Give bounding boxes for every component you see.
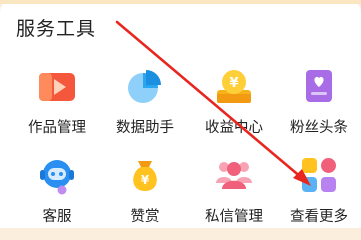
tool-works-management[interactable]: 作品管理	[12, 64, 102, 144]
tool-data-assistant[interactable]: 数据助手	[100, 64, 190, 144]
tool-fan-headlines[interactable]: 粉丝头条	[274, 64, 361, 144]
service-tools-card: 服务工具 作品管理 数据助手 ¥ 收益中心 粉丝头条 客服 ¥ 赞赏 私信管理 …	[0, 0, 361, 228]
tool-label: 查看更多	[290, 209, 348, 225]
tool-earnings-center[interactable]: ¥ 收益中心	[189, 64, 279, 144]
tool-private-message[interactable]: 私信管理	[189, 153, 279, 233]
video-play-icon	[35, 64, 79, 108]
tool-label: 客服	[42, 209, 72, 225]
users-chat-icon	[212, 153, 256, 197]
tool-label: 赞赏	[130, 209, 160, 225]
tool-label: 私信管理	[205, 209, 263, 225]
tool-label: 数据助手	[116, 120, 174, 136]
svg-text:¥: ¥	[141, 173, 150, 187]
tool-label: 粉丝头条	[290, 120, 348, 136]
top-strip	[0, 0, 361, 4]
tool-customer-service[interactable]: 客服	[12, 153, 102, 233]
tool-view-more[interactable]: 查看更多	[274, 153, 361, 233]
yen-bag-icon: ¥	[123, 153, 167, 197]
section-title: 服务工具	[16, 18, 97, 40]
svg-text:¥: ¥	[229, 76, 238, 91]
tool-label: 作品管理	[28, 120, 86, 136]
heart-card-icon	[297, 64, 341, 108]
more-grid-icon	[297, 153, 341, 197]
pie-chart-icon	[123, 64, 167, 108]
tool-appreciation[interactable]: ¥ 赞赏	[100, 153, 190, 233]
headset-robot-icon	[35, 153, 79, 197]
yen-coin-icon: ¥	[212, 64, 256, 108]
tool-label: 收益中心	[205, 120, 263, 136]
